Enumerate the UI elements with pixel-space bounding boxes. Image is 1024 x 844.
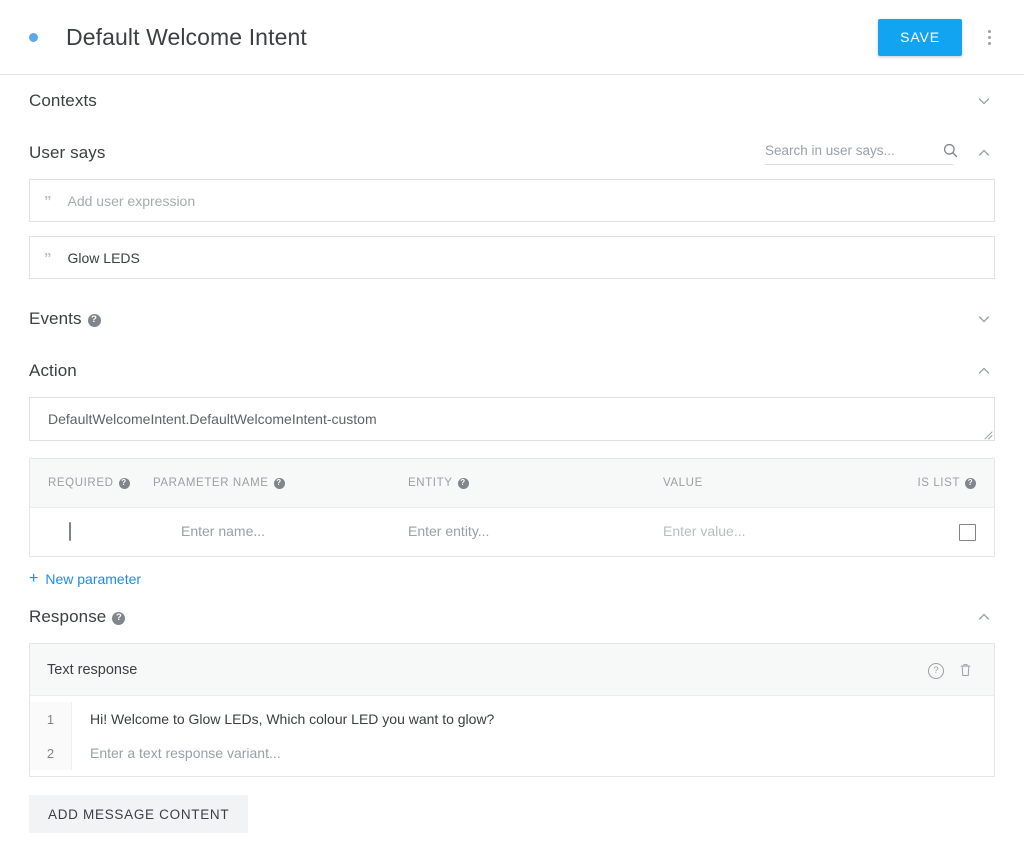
column-header-is-list-label: IS LIST xyxy=(917,477,960,489)
user-expression-input-row[interactable]: ” Add user expression xyxy=(29,179,995,222)
column-header-entity-label: ENTITY xyxy=(408,477,453,489)
help-icon-is-list[interactable]: ? xyxy=(965,477,976,489)
user-expression-text: Glow LEDS xyxy=(67,249,140,266)
chevron-down-icon-events[interactable] xyxy=(973,308,995,330)
column-header-required-label: REQUIRED xyxy=(48,477,114,489)
column-header-required: REQUIRED ? xyxy=(48,477,153,489)
text-response-title: Text response xyxy=(47,661,138,678)
more-vert-icon[interactable] xyxy=(974,19,1004,55)
help-icon-required[interactable]: ? xyxy=(118,477,130,489)
chevron-up-icon-user-says[interactable] xyxy=(973,142,995,164)
value-input[interactable]: Enter value... xyxy=(663,523,746,539)
section-contexts-title: Contexts xyxy=(29,91,97,110)
chevron-down-icon-contexts[interactable] xyxy=(973,90,995,112)
help-icon-text-response[interactable]: ? xyxy=(921,658,945,682)
chevron-up-icon-action[interactable] xyxy=(973,360,995,382)
text-response-card: Text response ? 1 Hi! Welcome to Glow LE… xyxy=(29,643,995,777)
section-user-says-header: User says xyxy=(29,127,995,179)
line-number: 2 xyxy=(30,736,72,770)
section-contexts-header[interactable]: Contexts xyxy=(29,75,995,127)
search-input[interactable] xyxy=(765,142,942,158)
search-icon[interactable] xyxy=(942,142,959,159)
trash-icon[interactable] xyxy=(953,658,977,682)
section-events-header[interactable]: Events ? xyxy=(29,293,995,345)
resize-handle-icon[interactable] xyxy=(981,427,993,440)
section-events-title: Events xyxy=(29,309,82,328)
section-user-says-title: User says xyxy=(29,143,106,162)
quote-icon: ” xyxy=(44,193,51,210)
cell-parameter-name[interactable]: Enter name... xyxy=(153,523,408,541)
column-header-entity: ENTITY ? xyxy=(408,477,663,489)
parameter-name-input[interactable]: Enter name... xyxy=(181,523,265,539)
text-response-header: Text response ? xyxy=(30,644,994,696)
column-header-value: VALUE xyxy=(663,477,886,489)
save-button[interactable]: SAVE xyxy=(878,18,962,56)
section-response-title: Response xyxy=(29,607,107,626)
add-message-content-button[interactable]: ADD MESSAGE CONTENT xyxy=(29,795,249,833)
help-icon-entity[interactable]: ? xyxy=(457,477,469,489)
section-action-header[interactable]: Action xyxy=(29,345,995,397)
line-number: 1 xyxy=(30,702,72,736)
new-parameter-button[interactable]: + New parameter xyxy=(29,570,142,588)
entity-input[interactable]: Enter entity... xyxy=(408,523,489,539)
parameters-table-header: REQUIRED ? PARAMETER NAME ? ENTITY ? VAL… xyxy=(30,459,994,508)
action-name-value: DefaultWelcomeIntent.DefaultWelcomeInten… xyxy=(48,411,377,427)
user-expression-row[interactable]: ” Glow LEDS xyxy=(29,236,995,279)
help-icon-parameter-name[interactable]: ? xyxy=(273,477,285,489)
text-response-lines: 1 Hi! Welcome to Glow LEDs, Which colour… xyxy=(30,696,994,776)
list-item[interactable]: 2 Enter a text response variant... xyxy=(30,736,994,770)
required-checkbox[interactable] xyxy=(69,522,71,541)
table-row: Enter name... Enter entity... Enter valu… xyxy=(30,508,994,556)
column-header-parameter-name: PARAMETER NAME ? xyxy=(153,477,408,489)
section-response-header[interactable]: Response ? xyxy=(29,591,995,643)
plus-icon: + xyxy=(29,570,39,587)
app-header: Default Welcome Intent SAVE xyxy=(0,0,1024,75)
response-variant-text[interactable]: Hi! Welcome to Glow LEDs, Which colour L… xyxy=(72,711,494,727)
user-expression-placeholder: Add user expression xyxy=(67,192,196,209)
cell-value[interactable]: Enter value... xyxy=(663,523,886,541)
column-header-parameter-name-label: PARAMETER NAME xyxy=(153,477,269,489)
user-says-search[interactable] xyxy=(765,142,958,165)
chevron-up-icon-response[interactable] xyxy=(973,606,995,628)
list-item[interactable]: 1 Hi! Welcome to Glow LEDs, Which colour… xyxy=(30,702,994,736)
cell-entity[interactable]: Enter entity... xyxy=(408,523,663,541)
intent-editor-content: Contexts User says ” Add xyxy=(0,75,1024,833)
is-list-checkbox[interactable] xyxy=(959,523,976,541)
column-header-is-list: IS LIST ? xyxy=(886,477,976,489)
help-icon-response[interactable]: ? xyxy=(112,611,126,625)
section-action-title: Action xyxy=(29,361,77,380)
intent-status-dot xyxy=(29,32,38,42)
quote-icon: ” xyxy=(44,250,51,267)
response-variant-input[interactable]: Enter a text response variant... xyxy=(72,745,281,761)
page-title: Default Welcome Intent xyxy=(66,23,307,50)
help-icon-glyph: ? xyxy=(928,662,944,679)
column-header-value-label: VALUE xyxy=(663,477,703,489)
help-icon-events[interactable]: ? xyxy=(87,313,101,327)
cell-is-list xyxy=(886,523,976,541)
parameters-table: REQUIRED ? PARAMETER NAME ? ENTITY ? VAL… xyxy=(29,458,995,557)
action-name-input[interactable]: DefaultWelcomeIntent.DefaultWelcomeInten… xyxy=(29,397,995,441)
cell-required xyxy=(48,522,153,541)
new-parameter-label: New parameter xyxy=(45,571,142,587)
